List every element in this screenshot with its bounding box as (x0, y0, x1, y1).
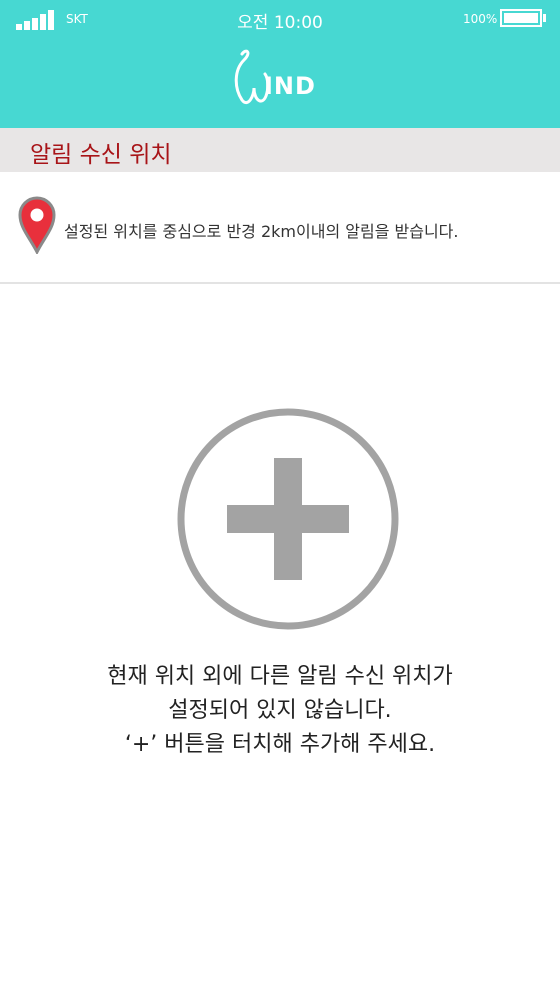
plus-circle-icon (177, 408, 399, 630)
app-header: SKT 오전 10:00 100% IND (0, 0, 560, 128)
radius-info-row: 설정된 위치를 중심으로 반경 2km이내의 알림을 받습니다. (0, 172, 560, 284)
add-location-button[interactable] (175, 406, 401, 632)
empty-message-line-2: 설정되어 있지 않습니다. (168, 698, 392, 723)
empty-message-line-3: ‘+’ 버튼을 터치해 추가해 주세요. (124, 732, 436, 757)
wind-logo: IND (232, 48, 332, 108)
battery-tip (543, 14, 546, 22)
empty-state-message: 현재 위치 외에 다른 알림 수신 위치가 설정되어 있지 않습니다. ‘+’ … (0, 660, 560, 762)
battery-icon (500, 9, 542, 27)
section-title: 알림 수신 위치 (30, 142, 172, 168)
status-bar: SKT 오전 10:00 100% (0, 0, 560, 38)
battery-percent: 100% (463, 12, 498, 26)
radius-info-text: 설정된 위치를 중심으로 반경 2km이내의 알림을 받습니다. (64, 222, 459, 241)
location-pin-icon (18, 196, 56, 256)
empty-message-line-1: 현재 위치 외에 다른 알림 수신 위치가 (107, 664, 453, 689)
section-header: 알림 수신 위치 (0, 128, 560, 172)
logo-text: IND (264, 72, 316, 100)
